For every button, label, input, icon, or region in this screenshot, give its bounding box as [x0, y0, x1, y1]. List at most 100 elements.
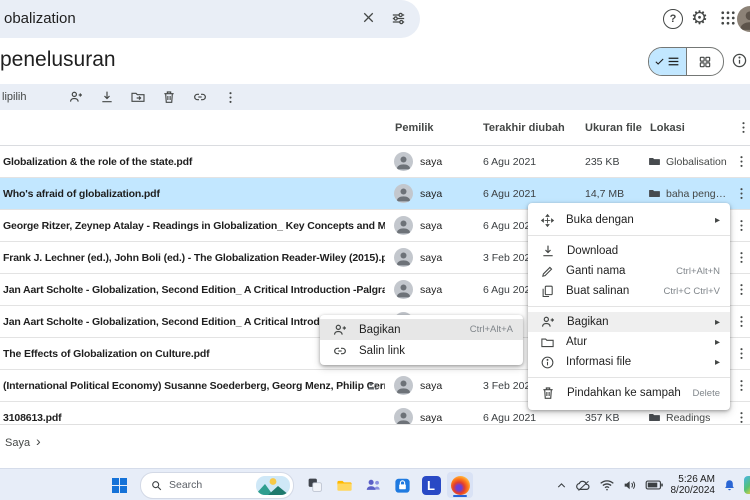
- wifi-icon[interactable]: [599, 477, 615, 493]
- menu-item-buat-salinan[interactable]: Buat salinan Ctrl+C Ctrl+V: [528, 281, 730, 301]
- firefox-icon: [451, 476, 470, 495]
- firefox-button[interactable]: [447, 472, 473, 498]
- system-tray: 5:26 AM 8/20/2024: [555, 469, 749, 500]
- submenu-arrow-icon: ▸: [715, 317, 720, 328]
- account-avatar[interactable]: [737, 6, 750, 32]
- search-filter-icon[interactable]: [390, 10, 407, 27]
- task-view-icon: [306, 476, 324, 494]
- toolbar-share-button[interactable]: [68, 89, 84, 105]
- location-name: Readings: [666, 412, 710, 424]
- owner-avatar: [394, 280, 413, 299]
- grid-view-button[interactable]: [687, 48, 724, 75]
- menu-shortcut: Ctrl+Alt+A: [470, 324, 513, 335]
- settings-gear-icon[interactable]: ⚙: [691, 9, 708, 29]
- taskbar-clock[interactable]: 5:26 AM 8/20/2024: [671, 474, 716, 496]
- column-header-modified[interactable]: Terakhir diubah: [483, 122, 565, 134]
- row-more-button[interactable]: [733, 338, 749, 369]
- menu-item-bagikan[interactable]: Bagikan ▸: [528, 312, 730, 332]
- toolbar-link-button[interactable]: [192, 89, 208, 105]
- teams-button[interactable]: [360, 472, 386, 498]
- teams-icon: [364, 476, 383, 495]
- menu-shortcut: Delete: [693, 388, 720, 399]
- menu-item-label: Salin link: [359, 345, 513, 357]
- file-owner: saya: [394, 146, 480, 177]
- row-more-button[interactable]: [733, 242, 749, 273]
- battery-icon[interactable]: [645, 478, 664, 492]
- weather-widget-icon[interactable]: [256, 476, 290, 495]
- search-bar[interactable]: obalization: [0, 0, 420, 38]
- file-owner: saya: [394, 370, 480, 401]
- apps-grid-icon[interactable]: [719, 9, 737, 27]
- task-view-button[interactable]: [302, 472, 328, 498]
- header-more-icon[interactable]: [736, 120, 750, 135]
- menu-item-label: Download: [567, 245, 720, 257]
- taskbar-search-box[interactable]: Search: [140, 472, 294, 499]
- l-app-icon: L: [422, 476, 441, 495]
- column-header-size[interactable]: Ukuran file: [585, 122, 642, 134]
- file-location: Globalisation: [648, 146, 728, 177]
- selection-toolbar: lipilih: [0, 84, 750, 110]
- notification-bell-icon[interactable]: [722, 478, 737, 493]
- toolbar-download-button[interactable]: [99, 89, 115, 105]
- taskbar: Search: [0, 468, 750, 500]
- organize-icon: [540, 335, 555, 350]
- menu-item-atur[interactable]: Atur▸: [528, 332, 730, 352]
- row-more-button[interactable]: [733, 210, 749, 241]
- file-name: Who's afraid of globalization.pdf: [3, 178, 385, 209]
- page-title: penelusuran: [0, 48, 116, 72]
- volume-icon[interactable]: [622, 477, 638, 493]
- windows-start-button[interactable]: [106, 472, 132, 498]
- row-more-button[interactable]: [733, 146, 749, 177]
- help-icon[interactable]: ?: [663, 9, 683, 29]
- menu-item-label: Bagikan: [567, 316, 704, 328]
- breadcrumb[interactable]: Saya: [5, 437, 30, 449]
- menu-shortcut: Ctrl+C Ctrl+V: [664, 286, 720, 297]
- row-more-button[interactable]: [733, 274, 749, 305]
- menu-item-download[interactable]: Download: [528, 241, 730, 261]
- search-input[interactable]: obalization: [4, 0, 76, 38]
- menu-item-label: Pindahkan ke sampah: [567, 387, 682, 399]
- toolbar-move-button[interactable]: [130, 89, 146, 105]
- list-view-button[interactable]: [649, 48, 687, 75]
- menu-item-label: Informasi file: [566, 356, 704, 368]
- clear-search-icon[interactable]: [360, 9, 377, 26]
- toolbar-trash-button[interactable]: [161, 89, 177, 105]
- drive-header: obalization ? ⚙: [0, 0, 750, 38]
- row-more-button[interactable]: [733, 370, 749, 401]
- submenu-arrow-icon: ▸: [715, 337, 720, 348]
- file-name: George Ritzer, Zeynep Atalay - Readings …: [3, 210, 385, 241]
- row-more-button[interactable]: [733, 306, 749, 337]
- row-more-button[interactable]: [733, 178, 749, 209]
- owner-avatar: [394, 184, 413, 203]
- l-app-button[interactable]: L: [418, 472, 444, 498]
- column-header-owner[interactable]: Pemilik: [395, 122, 434, 134]
- owner-name: saya: [420, 380, 442, 392]
- folder-filled-icon: [648, 411, 661, 424]
- menu-item-buka-dengan[interactable]: Buka dengan▸: [528, 210, 730, 230]
- menu-item-salin-link[interactable]: Salin link: [320, 340, 523, 361]
- menu-divider: [528, 235, 730, 236]
- submenu-arrow-icon: ▸: [715, 215, 720, 226]
- file-name: Globalization & the role of the state.pd…: [3, 146, 385, 177]
- details-info-icon[interactable]: [731, 52, 748, 69]
- menu-item-ganti-nama[interactable]: Ganti namaCtrl+Alt+N: [528, 261, 730, 281]
- open-with-icon: [540, 213, 555, 228]
- menu-item-pindahkan-ke-sampah[interactable]: Pindahkan ke sampah Delete: [528, 383, 730, 403]
- tray-chevron-up-icon[interactable]: [555, 479, 568, 492]
- search-magnifier-icon: [150, 479, 163, 492]
- microsoft-store-button[interactable]: [389, 472, 415, 498]
- file-name: Jan Aart Scholte - Globalization, Second…: [3, 274, 385, 305]
- widgets-icon[interactable]: [744, 476, 750, 494]
- menu-item-informasi-file[interactable]: Informasi file▸: [528, 352, 730, 372]
- screen: obalization ? ⚙ penelusuran: [0, 0, 750, 500]
- menu-item-label: Buat salinan: [566, 285, 653, 297]
- toolbar-more-button[interactable]: [223, 90, 238, 105]
- file-owner: saya: [394, 242, 480, 273]
- menu-item-bagikan[interactable]: BagikanCtrl+Alt+A: [320, 319, 523, 340]
- file-explorer-button[interactable]: [331, 472, 357, 498]
- file-row[interactable]: Globalization & the role of the state.pd…: [0, 146, 750, 178]
- view-toggle: [648, 47, 724, 76]
- onedrive-cloud-icon[interactable]: [575, 477, 592, 494]
- file-size: 235 KB: [585, 146, 645, 177]
- column-header-location[interactable]: Lokasi: [650, 122, 685, 134]
